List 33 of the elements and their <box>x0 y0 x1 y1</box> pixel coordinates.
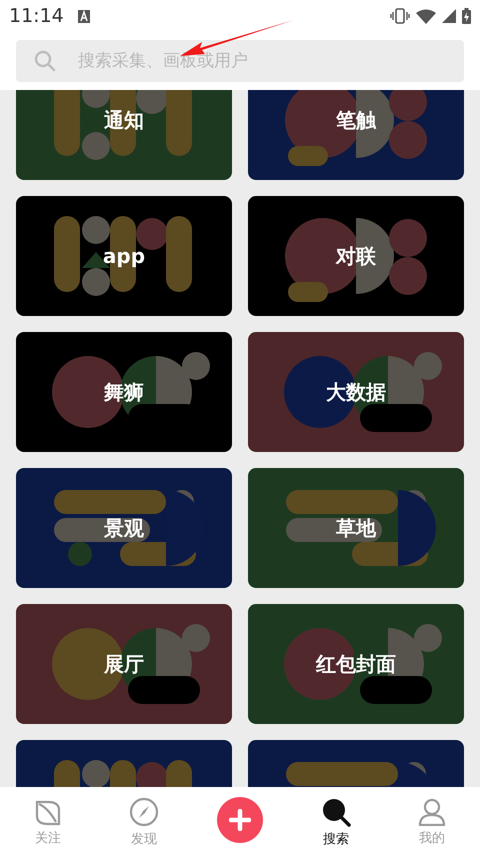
wifi-icon <box>416 8 436 24</box>
nav-tab[interactable]: 搜索 <box>288 790 384 850</box>
board-card[interactable]: 景观 <box>16 468 232 588</box>
board-card[interactable]: 大数据 <box>248 332 464 452</box>
board-title: 草地 <box>336 515 376 542</box>
board-card[interactable]: 草地 <box>248 468 464 588</box>
board-card[interactable]: 对联 <box>248 196 464 316</box>
board-card[interactable]: 红包封面 <box>248 604 464 724</box>
board-card[interactable]: 通知 <box>16 90 232 180</box>
signal-icon <box>442 9 456 23</box>
board-title: app <box>102 243 146 270</box>
board-title: 笔触 <box>336 107 376 134</box>
board-title: 景观 <box>104 515 144 542</box>
board-card[interactable]: 笔触 <box>248 90 464 180</box>
board-title: 展厅 <box>104 651 144 678</box>
board-title: 舞狮 <box>104 379 144 406</box>
vibrate-icon <box>390 8 410 24</box>
board-card[interactable]: app <box>16 196 232 316</box>
board-card[interactable]: 舞狮 <box>16 332 232 452</box>
battery-icon <box>462 8 471 24</box>
board-title: 通知 <box>104 107 144 134</box>
person-icon <box>418 798 446 826</box>
board-title: 大数据 <box>326 379 386 406</box>
plus-icon <box>229 809 251 831</box>
status-time: 11:14 <box>9 4 64 29</box>
search-icon <box>321 796 351 827</box>
board-card[interactable]: 展厅 <box>16 604 232 724</box>
compass-icon <box>129 796 159 827</box>
notification-icon <box>78 10 90 22</box>
board-title: 红包封面 <box>316 651 396 678</box>
search-icon <box>34 50 56 72</box>
add-button[interactable] <box>217 797 263 843</box>
board-title: 对联 <box>336 243 376 270</box>
